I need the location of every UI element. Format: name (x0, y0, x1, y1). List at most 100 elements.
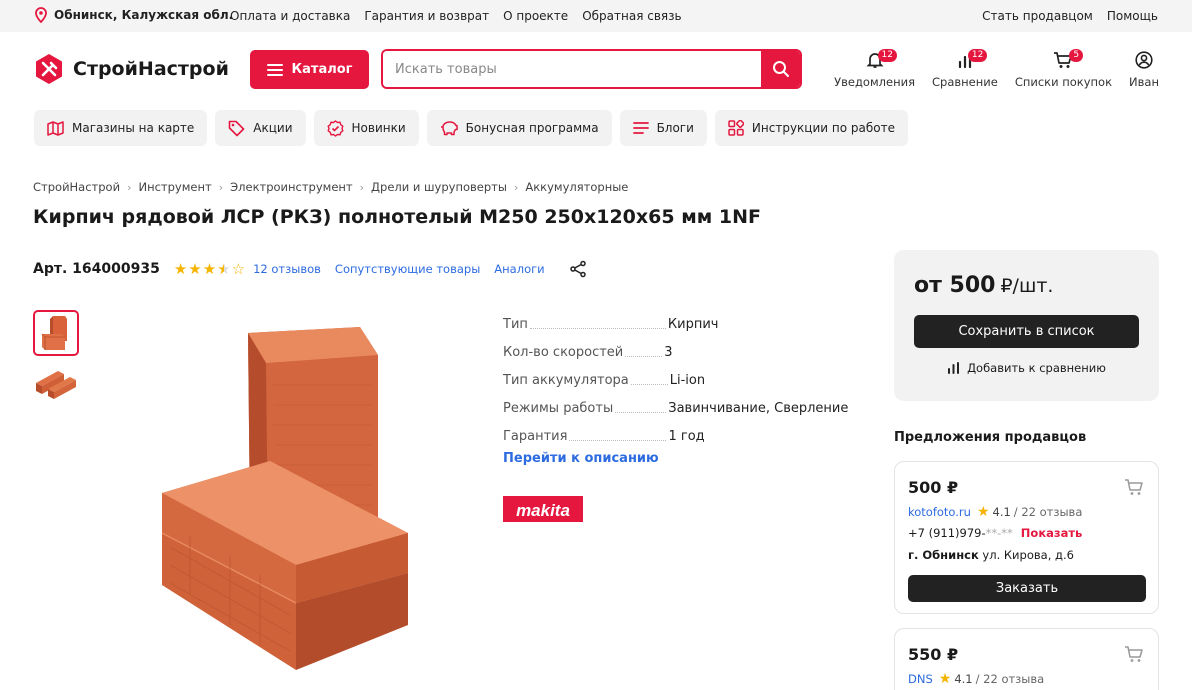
search-button[interactable] (761, 51, 800, 87)
rating-value: 4.1 (954, 672, 973, 686)
offer-seller-row: DNS ★ 4.1/ 22 отзыва (908, 671, 1044, 687)
chip-label: Инструкции по работе (751, 121, 895, 135)
chip-promotions[interactable]: Акции (215, 110, 306, 146)
star-icon: ★ (976, 504, 990, 520)
location-selector[interactable]: Обнинск, Калужская обл. (34, 7, 233, 23)
spec-row: Тип аккумулятора Li-ion (503, 366, 863, 394)
star-full-icon: ★ (173, 260, 188, 278)
star-half-icon: ★ (217, 260, 231, 278)
spec-value: Завинчивание, Сверление (668, 400, 849, 416)
spec-value: Кирпич (667, 316, 719, 332)
rating-stars: ★ ★ ★ ★ ☆ (174, 260, 245, 278)
breadcrumb-item[interactable]: Дрели и шуруповерты (371, 180, 507, 194)
spec-key: Тип аккумулятора (503, 372, 629, 388)
star-full-icon: ★ (202, 260, 217, 278)
star-empty-icon: ☆ (231, 260, 246, 278)
logo-icon (36, 54, 62, 84)
brand-logo[interactable]: makita (503, 496, 583, 522)
offers-title: Предложения продавцов (894, 430, 1087, 445)
product-meta: Арт. 164000935 ★ ★ ★ ★ ☆ 12 отзывов Сопутств… (33, 260, 587, 278)
grid-icon (728, 120, 744, 136)
user-icon (1135, 51, 1153, 69)
search-box (381, 49, 802, 89)
chip-stores-map[interactable]: Магазины на карте (34, 110, 208, 146)
chip-blogs[interactable]: Блоги (619, 110, 707, 146)
share-icon[interactable] (569, 260, 587, 278)
top-bar: Обнинск, Калужская обл. Оплата и доставк… (0, 0, 1192, 32)
review-count: / 22 отзыва (1013, 505, 1083, 519)
shopping-lists-label: Списки покупок (1014, 75, 1113, 89)
spec-value: 1 год (668, 428, 705, 444)
spec-row: Гарантия 1 год (503, 422, 863, 450)
profile-button[interactable]: Иван (1129, 50, 1159, 89)
seller-rating: ★ 4.1/ 22 отзыва (939, 671, 1044, 687)
offer-price: 500 ₽ (908, 478, 959, 497)
search-input[interactable] (383, 51, 763, 87)
new-badge-icon (326, 119, 344, 137)
spec-key: Тип (503, 316, 528, 332)
seller-address: г. Обнинск ул. Кирова, д.6 (908, 548, 1074, 562)
list-icon (632, 122, 649, 134)
add-to-compare-label: Добавить к сравнению (967, 361, 1106, 375)
link-about[interactable]: О проекте (503, 9, 568, 23)
go-to-description-link[interactable]: Перейти к описанию (503, 451, 659, 466)
site-logo[interactable]: СтройНастрой (33, 53, 229, 85)
spec-key: Кол-во скоростей (503, 344, 624, 360)
chip-new-items[interactable]: Новинки (313, 110, 419, 146)
analogs-link[interactable]: Аналоги (494, 262, 544, 276)
article-number: Арт. 164000935 (33, 261, 160, 277)
breadcrumb-item[interactable]: СтройНастрой (33, 180, 120, 194)
spec-value: 3 (664, 344, 673, 360)
add-to-cart-icon[interactable] (1124, 645, 1144, 663)
map-icon (47, 120, 64, 136)
reviews-link[interactable]: 12 отзывов (253, 262, 321, 276)
chip-bonus-program[interactable]: Бонусная программа (426, 110, 612, 146)
phone-number: +7 (911)979- (908, 526, 986, 540)
thumbnail-1[interactable] (33, 310, 79, 356)
breadcrumb-item[interactable]: Инструмент (138, 180, 211, 194)
breadcrumb: СтройНастрой › Инструмент › Электроинстр… (33, 180, 628, 194)
spec-row: Кол-во скоростей 3 (503, 338, 863, 366)
seller-link[interactable]: DNS (908, 672, 933, 686)
link-feedback[interactable]: Обратная связь (582, 9, 681, 23)
link-warranty[interactable]: Гарантия и возврат (364, 9, 489, 23)
related-link[interactable]: Сопутствующие товары (335, 262, 480, 276)
product-image (161, 327, 408, 670)
chip-label: Блоги (656, 121, 694, 135)
breadcrumb-item[interactable]: Аккумуляторные (525, 180, 628, 194)
logo-text: СтройНастрой (73, 58, 229, 80)
chip-label: Новинки (351, 121, 406, 135)
order-button[interactable]: Заказать (908, 575, 1146, 602)
phone-mask: **-** (985, 526, 1013, 540)
spec-row: Тип Кирпич (503, 310, 863, 338)
seller-link[interactable]: kotofoto.ru (908, 505, 971, 519)
link-become-seller[interactable]: Стать продавцом (982, 9, 1093, 23)
star-full-icon: ★ (188, 260, 202, 278)
seller-city: г. Обнинск (908, 548, 979, 562)
rating-value: 4.1 (992, 505, 1011, 519)
offer-card: 550 ₽ DNS ★ 4.1/ 22 отзыва (894, 628, 1159, 690)
seller-street: ул. Кирова, д.6 (982, 548, 1074, 562)
price-unit: ₽/шт. (1000, 275, 1054, 297)
page-title: Кирпич рядовой ЛСР (РКЗ) полнотелый М250… (33, 206, 761, 228)
shopping-lists-button[interactable]: 5 Списки покупок (1014, 49, 1113, 89)
chip-label: Магазины на карте (72, 121, 195, 135)
seller-rating: ★ 4.1/ 22 отзыва (977, 504, 1082, 520)
price-value: от 500 (914, 273, 996, 298)
spec-key: Гарантия (503, 428, 568, 444)
brand-name: makita (516, 501, 570, 520)
compare-button[interactable]: 12 Сравнение (932, 49, 998, 89)
save-to-list-button[interactable]: Сохранить в список (914, 315, 1139, 348)
notifications-label: Уведомления (834, 75, 915, 89)
add-to-cart-icon[interactable] (1124, 478, 1144, 496)
link-delivery[interactable]: Оплата и доставка (230, 9, 350, 23)
link-help[interactable]: Помощь (1107, 9, 1158, 23)
thumbnail-2[interactable] (33, 360, 79, 406)
chip-instructions[interactable]: Инструкции по работе (714, 110, 908, 146)
add-to-compare-button[interactable]: Добавить к сравнению (894, 361, 1159, 375)
show-phone-link[interactable]: Показать (1021, 526, 1082, 540)
notifications-button[interactable]: 12 Уведомления (834, 49, 915, 89)
catalog-button[interactable]: Каталог (250, 50, 369, 89)
breadcrumb-item[interactable]: Электроинструмент (230, 180, 353, 194)
compare-icon (948, 362, 960, 374)
